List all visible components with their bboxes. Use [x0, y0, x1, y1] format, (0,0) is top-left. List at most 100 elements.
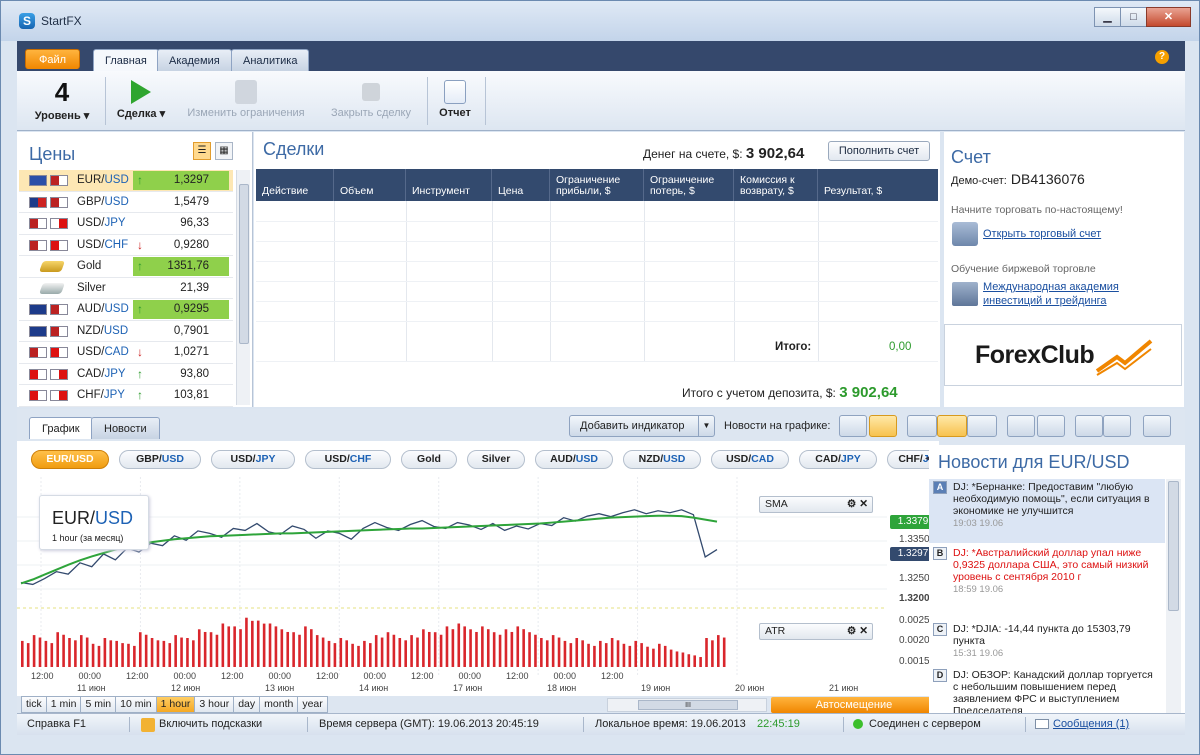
close-deal-button[interactable]: Закрыть сделку [323, 77, 419, 119]
news-item[interactable]: A DJ: *Бернанке: Предоставим "любую необх… [929, 479, 1165, 543]
chart-settings-icon[interactable] [1143, 415, 1171, 437]
demo-label: Демо-счет: [951, 175, 1007, 187]
price-row[interactable]: USD/CAD ↓ 1,0271 [19, 342, 233, 364]
tab-analytics[interactable]: Аналитика [231, 49, 310, 71]
price-row[interactable]: EUR/USD ↑ 1,3297 [19, 170, 233, 192]
col-result[interactable]: Результат, $ [818, 169, 938, 201]
col-take-profit[interactable]: Ограничение прибыли, $ [550, 169, 644, 201]
close-button[interactable]: ✕ [1146, 7, 1191, 27]
minimize-button[interactable]: ▁ [1094, 7, 1121, 27]
add-indicator-button[interactable]: Добавить индикатор ▼ [569, 415, 715, 437]
price-chart[interactable]: EUR/USD 1 hour (за месяц) SMA ⚙ ✕ ATR ⚙ ✕ … [17, 477, 939, 696]
education-note: Обучение биржевой торговле [951, 263, 1096, 275]
col-stop-loss[interactable]: Ограничение потерь, $ [644, 169, 734, 201]
instrument-pill[interactable]: AUD/USD [535, 450, 613, 469]
price-row[interactable]: CAD/JPY ↑ 93,80 [19, 364, 233, 385]
line-chart-icon[interactable] [937, 415, 967, 437]
tab-home[interactable]: Главная [93, 49, 159, 71]
timeframe-button[interactable]: 1 min [45, 696, 82, 713]
price-row[interactable]: Gold ↑ 1351,76 [19, 256, 233, 278]
change-limits-button[interactable]: Изменить ограничения [179, 77, 313, 119]
tab-file[interactable]: Файл [25, 49, 81, 69]
chart-hscrollbar[interactable]: III [607, 698, 767, 712]
open-account-link[interactable]: Открыть торговый счет [983, 228, 1101, 240]
price-row[interactable]: AUD/USD ↑ 0,9295 [19, 299, 233, 321]
instrument-pill[interactable]: USD/JPY [211, 450, 295, 469]
indicator-close-icon[interactable]: ⚙ ✕ [847, 497, 868, 512]
timeframe-button[interactable]: year [297, 696, 328, 713]
atr-bar [545, 640, 549, 667]
atr-bar [722, 637, 726, 667]
deal-dropdown[interactable]: Сделка ▾ [111, 77, 171, 120]
indicator-close-icon[interactable]: ⚙ ✕ [847, 624, 868, 639]
price-row[interactable]: USD/JPY 96,33 [19, 213, 233, 235]
timeframe-button[interactable]: 5 min [80, 696, 117, 713]
col-instrument[interactable]: Инструмент [406, 169, 492, 201]
news-list-toggle[interactable] [869, 415, 897, 437]
instrument-pill[interactable]: GBP/USD [119, 450, 201, 469]
trend-line-icon[interactable] [1037, 415, 1065, 437]
col-commission[interactable]: Комиссия к возврату, $ [734, 169, 818, 201]
messages-link[interactable]: Сообщения (1) [1053, 714, 1129, 735]
news-key-badge: D [933, 669, 947, 682]
candle-chart-icon[interactable] [967, 415, 997, 437]
grid-view-icon[interactable]: ▦ [215, 142, 233, 160]
zoom-in-icon[interactable] [1103, 415, 1131, 437]
price-row[interactable]: NZD/USD 0,7901 [19, 321, 233, 342]
instrument-pill[interactable]: Silver [467, 450, 525, 469]
news-item[interactable]: D DJ: ОБЗОР: Канадский доллар торгуется с… [929, 667, 1165, 713]
help-icon[interactable]: ? [1155, 50, 1169, 64]
autoshift-button[interactable]: Автосмещение [771, 697, 937, 713]
instrument-pill[interactable]: USD/CHF [305, 450, 391, 469]
price-row[interactable]: CHF/JPY ↑ 103,81 [19, 385, 233, 407]
horizontal-line-icon[interactable] [1007, 415, 1035, 437]
maximize-button[interactable]: □ [1120, 7, 1147, 27]
news-scrollbar[interactable] [1166, 479, 1181, 713]
atr-bar [451, 629, 455, 667]
connection-status: Соединен с сервером [869, 718, 981, 730]
topup-button[interactable]: Пополнить счет [828, 141, 930, 161]
tab-news[interactable]: Новости [91, 417, 160, 439]
timeframe-button[interactable]: tick [21, 696, 47, 713]
prices-scrollbar[interactable] [236, 170, 250, 405]
price-row[interactable]: USD/CHF ↓ 0,9280 [19, 235, 233, 256]
chart-base: EUR [52, 508, 91, 528]
timeframe-button[interactable]: day [233, 696, 261, 713]
atr-bar [569, 643, 573, 667]
timeframe-button[interactable]: 1 hour [155, 696, 196, 713]
atr-bar [310, 629, 313, 667]
academy-link[interactable]: Международная академия инвестиций и трей… [983, 280, 1163, 308]
tab-academy[interactable]: Академия [157, 49, 232, 71]
col-volume[interactable]: Объем [334, 169, 406, 201]
help-f1[interactable]: Справка F1 [27, 714, 86, 735]
instrument-pill[interactable]: Gold [401, 450, 457, 469]
news-item[interactable]: B DJ: *Австралийский доллар упал ниже 0,9… [929, 545, 1165, 619]
forexclub-logo[interactable]: ForexClub [944, 324, 1182, 386]
timeframe-button[interactable]: 3 hour [194, 696, 235, 713]
instrument-pill[interactable]: EUR/USD [31, 450, 109, 469]
report-button[interactable]: Отчет [433, 77, 477, 119]
news-item[interactable]: C DJ: *DJIA: -14,44 пункта до 15303,79 пу… [929, 621, 1165, 665]
instrument-pill[interactable]: CAD/JPY [799, 450, 877, 469]
zoom-out-icon[interactable] [1075, 415, 1103, 437]
price-row[interactable]: GBP/USD 1,5479 [19, 192, 233, 213]
instrument-pill[interactable]: NZD/USD [623, 450, 701, 469]
list-view-icon[interactable]: ☰ [193, 142, 211, 160]
timeframe-button[interactable]: 10 min [115, 696, 157, 713]
news-bubble-toggle[interactable] [839, 415, 867, 437]
x-time-label: 12:00 [506, 671, 529, 681]
atr-indicator-box[interactable]: ATR ⚙ ✕ [759, 623, 873, 640]
timeframe-button[interactable]: month [259, 696, 299, 713]
instrument-pill[interactable]: USD/CAD [711, 450, 789, 469]
col-action[interactable]: Действие [256, 169, 334, 201]
price-row[interactable]: Silver 21,39 [19, 278, 233, 299]
area-chart-icon[interactable] [907, 415, 937, 437]
level-dropdown[interactable]: 4 Уровень ▾ [27, 77, 97, 122]
atr-bar [321, 637, 325, 667]
tab-chart[interactable]: График [29, 417, 93, 439]
tips-toggle[interactable]: Включить подсказки [159, 714, 262, 735]
col-price[interactable]: Цена [492, 169, 550, 201]
sma-indicator-box[interactable]: SMA ⚙ ✕ [759, 496, 873, 513]
atr-bar [286, 631, 290, 667]
scroll-grip[interactable]: III [638, 700, 738, 710]
